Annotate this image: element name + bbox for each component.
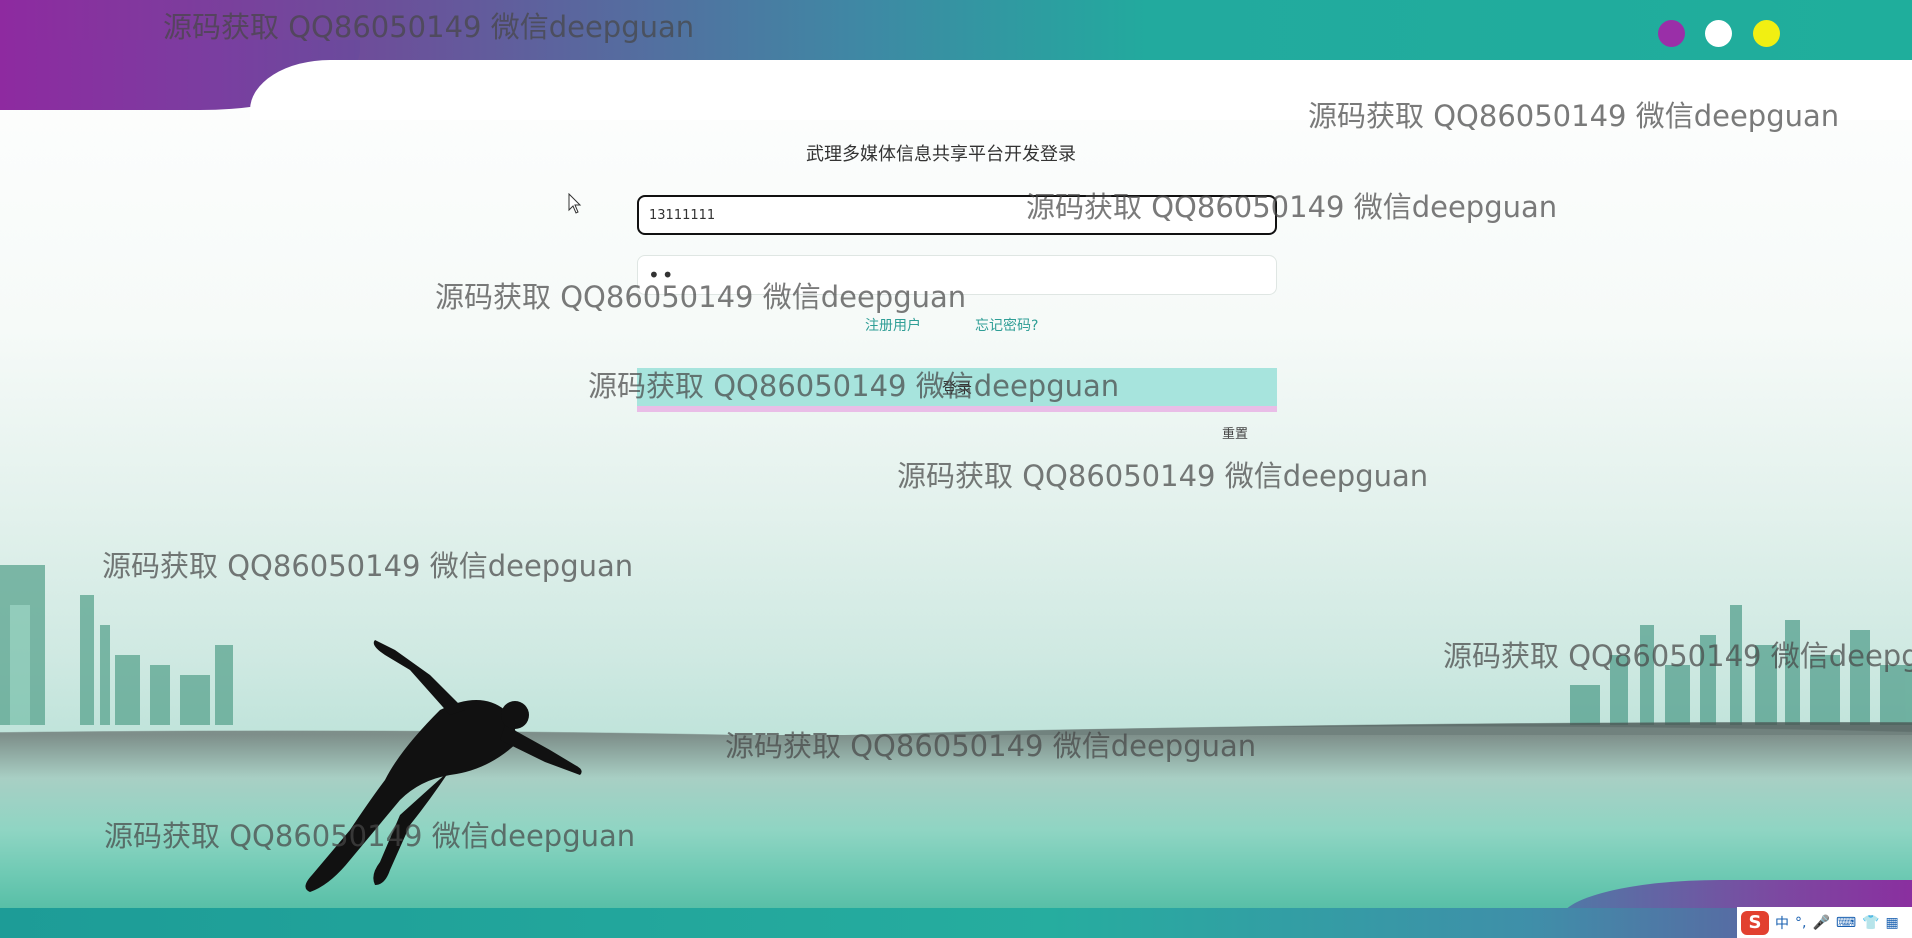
watermark-text: 源码获取 QQ86050149 微信deepguan [897,459,1429,493]
page-title: 武理多媒体信息共享平台开发登录 [806,144,1076,165]
yellow-dot-icon[interactable] [1753,20,1780,47]
white-dot-icon[interactable] [1705,20,1732,47]
runner-silhouette [305,640,582,892]
ime-mode-toggle[interactable]: 中 [1775,913,1789,933]
grid-icon[interactable]: ▦ [1886,915,1899,931]
ime-logo-icon[interactable]: S [1741,910,1769,935]
microphone-icon[interactable]: 🎤 [1812,915,1829,931]
header-curve [250,60,1912,120]
footer-bar [0,908,1912,938]
account-input[interactable] [637,195,1277,235]
ime-toolbar: S 中 °, 🎤 ⌨ 👕 ▦ [1737,907,1912,938]
reset-button[interactable]: 重置 [1222,423,1248,442]
city-skyline-left [0,565,233,725]
punctuation-icon[interactable]: °, [1795,915,1806,931]
register-link[interactable]: 注册用户 [865,315,921,335]
shirt-icon[interactable]: 👕 [1862,915,1879,931]
keyboard-icon[interactable]: ⌨ [1836,915,1856,931]
mouse-cursor-icon [568,193,582,214]
forgot-password-link[interactable]: 忘记密码? [975,315,1038,335]
password-input[interactable] [637,255,1277,295]
water-reflection [0,735,1912,908]
purple-dot-icon[interactable] [1658,20,1685,47]
login-button[interactable]: 登录 [637,368,1277,412]
